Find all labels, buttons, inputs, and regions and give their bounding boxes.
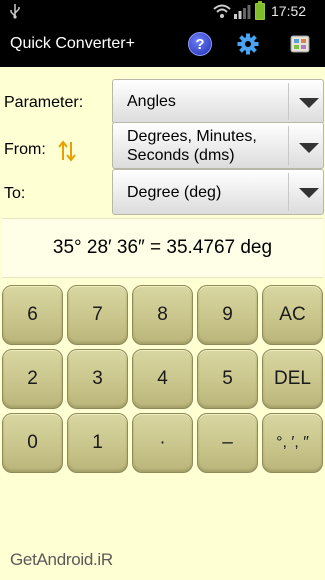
to-unit-select[interactable]: Degree (deg) (112, 169, 324, 215)
key-9[interactable]: 9 (197, 285, 258, 345)
signal-icon (234, 5, 251, 19)
settings-gear-icon[interactable] (236, 32, 260, 56)
result-text: 35° 28′ 36″ = 35.4767 deg (52, 237, 273, 258)
swap-arrows-icon[interactable] (58, 140, 76, 162)
key-8[interactable]: 8 (132, 285, 193, 345)
minus-button[interactable]: – (197, 413, 258, 473)
parameter-value: Angles (127, 93, 176, 110)
dms-symbol-button[interactable]: °, ′, ″ (262, 413, 323, 473)
from-unit-value: Degrees, Minutes, Seconds (dms) (127, 128, 257, 164)
wifi-icon (213, 4, 231, 18)
app-title: Quick Converter+ (10, 35, 135, 52)
chevron-down-icon (299, 143, 319, 153)
battery-icon (255, 1, 265, 20)
usb-icon (10, 4, 20, 19)
key-6[interactable]: 6 (2, 285, 63, 345)
app-menu-icon[interactable] (288, 32, 312, 56)
chevron-down-icon (299, 98, 319, 108)
key-2[interactable]: 2 (2, 349, 63, 409)
to-label: To: (4, 185, 26, 202)
help-icon[interactable]: ? (188, 32, 212, 56)
from-unit-select[interactable]: Degrees, Minutes, Seconds (dms) (112, 122, 324, 169)
parameter-label: Parameter: (4, 94, 84, 111)
clock: 17:52 (271, 3, 307, 19)
action-bar: Quick Converter+ ? (0, 23, 325, 67)
key-1[interactable]: 1 (67, 413, 128, 473)
to-unit-value: Degree (deg) (127, 184, 222, 201)
key-3[interactable]: 3 (67, 349, 128, 409)
result-display: 35° 28′ 36″ = 35.4767 deg (2, 218, 323, 278)
parameter-select[interactable]: Angles (112, 79, 324, 124)
key-0[interactable]: 0 (2, 413, 63, 473)
key-4[interactable]: 4 (132, 349, 193, 409)
delete-button[interactable]: DEL (262, 349, 323, 409)
all-clear-button[interactable]: AC (262, 285, 323, 345)
watermark: GetAndroid.iR (10, 550, 113, 569)
from-label: From: (4, 141, 46, 158)
decimal-point-button[interactable]: · (132, 413, 193, 473)
key-7[interactable]: 7 (67, 285, 128, 345)
status-bar: 17:52 (0, 0, 325, 23)
chevron-down-icon (299, 188, 319, 198)
key-5[interactable]: 5 (197, 349, 258, 409)
